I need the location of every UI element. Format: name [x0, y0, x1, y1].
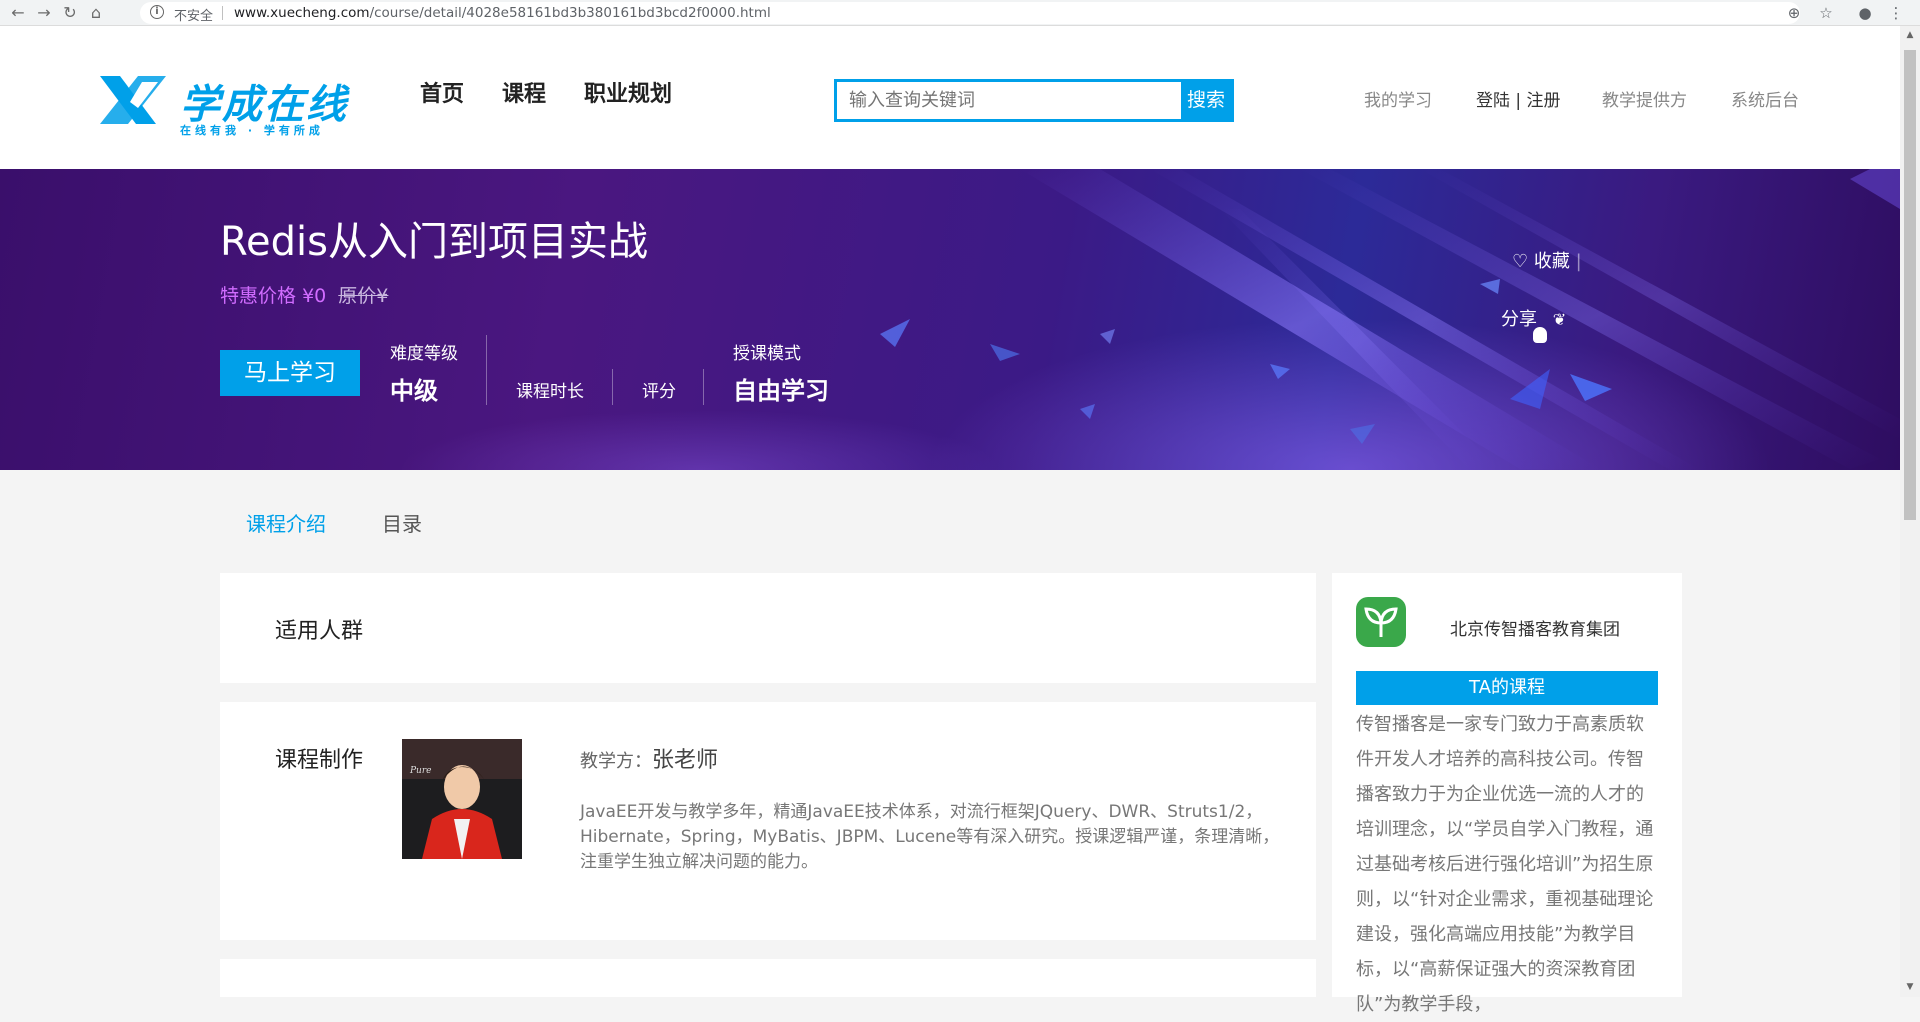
zoom-icon[interactable]: ⊕ — [1784, 3, 1804, 23]
address-bar[interactable]: i 不安全 www.xuecheng.com/course/detail/402… — [140, 2, 1800, 24]
menu-icon[interactable]: ⋮ — [1886, 3, 1906, 23]
main-nav: 首页 课程 职业规划 — [420, 76, 672, 108]
forward-arrow-icon[interactable]: → — [34, 3, 54, 23]
organization-panel: 北京传智播客教育集团 TA的课程 传智播客是一家专门致力于高素质软件开发人才培养… — [1332, 573, 1682, 1015]
insecure-label: 不安全 — [174, 9, 214, 24]
browser-toolbar: ← → ↻ ⌂ i 不安全 www.xuecheng.com/course/de… — [0, 0, 1920, 26]
price-row: 特惠价格 ¥0 原价¥ — [220, 281, 388, 308]
share-area: 分享 ❦ — [1501, 305, 1566, 343]
reload-icon[interactable]: ↻ — [60, 3, 80, 23]
duration-label: 课程时长 — [516, 382, 584, 402]
difficulty-label: 难度等级 — [390, 344, 458, 364]
share-label: 分享 — [1501, 309, 1537, 330]
start-learning-button[interactable]: 马上学习 — [220, 350, 360, 396]
org-logo-icon — [1356, 597, 1406, 647]
info-icon[interactable]: i — [150, 5, 164, 19]
mode-value: 自由学习 — [733, 377, 829, 405]
next-panel — [220, 959, 1316, 997]
logo-x-icon — [100, 76, 166, 124]
scroll-thumb[interactable] — [1904, 50, 1916, 520]
auth-links: 登陆 | 注册 — [1476, 86, 1561, 111]
account-icon[interactable]: ● — [1855, 3, 1875, 23]
auth-divider: | — [1510, 91, 1527, 111]
url-text[interactable]: www.xuecheng.com/course/detail/4028e5816… — [234, 5, 771, 21]
special-price: ¥0 — [302, 285, 327, 307]
org-description: 传智播客是一家专门致力于高素质软件开发人才培养的高科技公司。传智播客致力于为企业… — [1356, 714, 1654, 1015]
scroll-down-icon[interactable]: ▼ — [1905, 982, 1915, 992]
favorite-divider: | — [1575, 251, 1582, 272]
register-link[interactable]: 注册 — [1527, 91, 1561, 111]
tab-catalog[interactable]: 目录 — [382, 508, 422, 537]
teacher-description: JavaEE开发与教学多年，精通JavaEE技术体系，对流行框架JQuery、D… — [580, 802, 1280, 872]
difficulty-value: 中级 — [390, 377, 438, 405]
site-header: 学成在线 在线有我 · 学有所成 首页 课程 职业规划 搜索 我的学习 登陆 |… — [0, 26, 1900, 169]
login-link[interactable]: 登陆 — [1476, 91, 1510, 111]
course-tabs: 课程介绍 目录 — [246, 508, 422, 537]
logo-slogan: 在线有我 · 学有所成 — [180, 124, 324, 137]
url-host: www.xuecheng.com — [234, 5, 370, 21]
meta-divider — [486, 335, 487, 405]
special-price-label: 特惠价格 — [220, 285, 297, 307]
scroll-up-icon[interactable]: ▲ — [1905, 30, 1915, 40]
course-banner: Redis从入门到项目实战 特惠价格 ¥0 原价¥ 马上学习 难度等级 中级 课… — [0, 169, 1900, 470]
audience-title: 适用人群 — [275, 619, 364, 644]
meta-divider — [612, 369, 613, 405]
back-arrow-icon[interactable]: ← — [8, 3, 28, 23]
original-price: 原价¥ — [338, 285, 389, 307]
teacher-avatar: Pure — [402, 739, 522, 859]
page-scrollbar[interactable]: ▲ ▼ — [1900, 26, 1920, 997]
nav-home[interactable]: 首页 — [420, 76, 464, 108]
search-button[interactable]: 搜索 — [1181, 82, 1231, 119]
teacher-name: 张老师 — [652, 748, 719, 773]
my-learning-link[interactable]: 我的学习 — [1364, 86, 1432, 111]
teacher-photo: Pure — [402, 739, 522, 859]
tab-introduction[interactable]: 课程介绍 — [246, 508, 326, 537]
favorite-button[interactable]: ♡ 收藏 | — [1512, 247, 1582, 273]
site-logo[interactable]: 学成在线 在线有我 · 学有所成 — [98, 66, 348, 137]
teacher-prefix: 教学方： — [580, 751, 652, 772]
search-input[interactable] — [837, 82, 1181, 119]
ta-courses-button[interactable]: TA的课程 — [1356, 671, 1658, 705]
meta-divider — [703, 369, 704, 405]
address-divider — [222, 6, 223, 20]
production-title: 课程制作 — [275, 748, 364, 773]
teaching-provider-link[interactable]: 教学提供方 — [1602, 86, 1687, 111]
org-name[interactable]: 北京传智播客教育集团 — [1450, 615, 1620, 640]
nav-courses[interactable]: 课程 — [502, 76, 546, 108]
home-icon[interactable]: ⌂ — [86, 3, 106, 23]
audience-panel: 适用人群 — [220, 573, 1316, 683]
favorite-label: 收藏 — [1533, 251, 1570, 272]
nav-career[interactable]: 职业规划 — [584, 76, 672, 108]
search-box: 搜索 — [834, 79, 1234, 122]
course-title: Redis从入门到项目实战 — [220, 219, 648, 265]
wechat-icon[interactable]: ❦ — [1553, 310, 1566, 329]
mode-label: 授课模式 — [733, 344, 801, 364]
teacher-line: 教学方：张老师 — [580, 742, 718, 774]
rating-label: 评分 — [642, 382, 676, 402]
star-icon[interactable]: ☆ — [1816, 3, 1836, 23]
url-path: /course/detail/4028e58161bd3b380161bd3bc… — [369, 5, 771, 21]
qq-icon[interactable] — [1533, 327, 1547, 343]
system-admin-link[interactable]: 系统后台 — [1731, 86, 1799, 111]
heart-icon: ♡ — [1512, 251, 1529, 272]
svg-text:Pure: Pure — [409, 766, 431, 776]
